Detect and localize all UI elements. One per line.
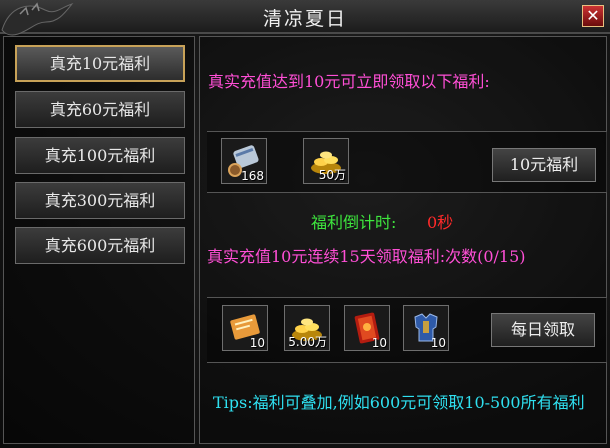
instant-reward-heading: 真实充值达到10元可立即领取以下福利: [208,72,490,91]
item-count: 10 [430,336,446,350]
welfare-window: 清凉夏日 ✕ 真充10元福利 真充60元福利 真充100元福利 真充300元福利… [0,0,610,448]
daily-reward-heading: 真实充值10元连续15天领取福利:次数(0/15) [207,247,526,266]
tab-recharge-300[interactable]: 真充300元福利 [15,182,185,219]
reward-item-slot[interactable]: 5.00万 [284,305,330,351]
reward-item-slot[interactable]: 168 [221,138,267,184]
close-button[interactable]: ✕ [582,5,604,27]
title-bar[interactable]: 清凉夏日 ✕ [0,0,610,36]
tab-recharge-100[interactable]: 真充100元福利 [15,137,185,174]
countdown-value: 0秒 [427,213,454,232]
tab-recharge-600[interactable]: 真充600元福利 [15,227,185,264]
item-count: 10 [371,336,387,350]
window-title: 清凉夏日 [262,8,347,30]
item-count: 168 [241,169,264,183]
item-count: 50万 [318,168,346,182]
claim-instant-button[interactable]: 10元福利 [492,148,596,182]
reward-item-slot[interactable]: 10 [222,305,268,351]
countdown-label: 福利倒计时: [311,213,397,232]
tab-recharge-60[interactable]: 真充60元福利 [15,91,185,128]
tab-recharge-10[interactable]: 真充10元福利 [15,45,185,82]
reward-item-slot[interactable]: 10 [344,305,390,351]
item-count: 5.00万 [288,335,327,349]
tips-text: Tips:福利可叠加,例如600元可领取10-500所有福利 [213,393,585,412]
reward-item-slot[interactable]: 10 [403,305,449,351]
item-count: 10 [249,336,265,350]
reward-panel [199,36,607,444]
reward-item-slot[interactable]: 50万 [303,138,349,184]
claim-daily-button[interactable]: 每日领取 [491,313,595,347]
